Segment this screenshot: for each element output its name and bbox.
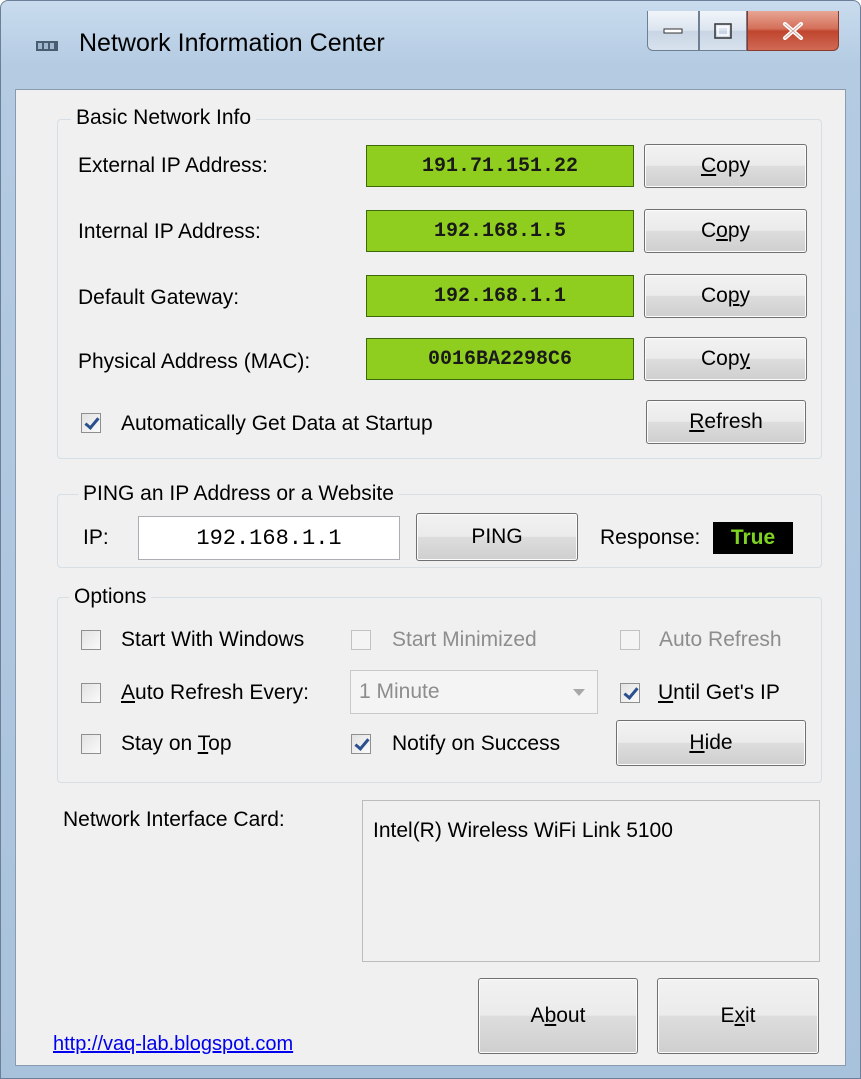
mac-address-value: 0016BA2298C6 [366,338,634,380]
start-minimized-label: Start Minimized [392,628,537,651]
default-gateway-label: Default Gateway: [78,286,240,309]
nic-name-text: Intel(R) Wireless WiFi Link 5100 [373,819,673,842]
default-gateway-value: 192.168.1.1 [366,275,634,317]
options-legend: Options [69,585,152,609]
client-area: Basic Network Info External IP Address: … [15,89,846,1066]
start-with-windows-checkbox[interactable] [81,630,101,650]
external-ip-value: 191.71.151.22 [366,145,634,187]
copy-internal-ip-button[interactable]: Co py [644,209,807,253]
auto-refresh-every-checkbox[interactable] [81,683,101,703]
chevron-down-icon [573,689,585,696]
about-button[interactable]: Ab out [478,978,638,1054]
start-with-windows-label: Start With Windows [121,628,305,651]
auto-refresh-label: Auto Refresh [659,628,782,651]
until-gets-ip-checkbox[interactable] [620,683,640,703]
external-ip-label: External IP Address: [78,154,268,177]
hide-button[interactable]: Hide [616,720,806,766]
notify-on-success-label: Notify on Success [392,732,561,755]
exit-button[interactable]: Ex it [657,978,819,1054]
ping-ip-input[interactable]: 192.168.1.1 [138,516,400,560]
internal-ip-label: Internal IP Address: [78,220,261,243]
website-link[interactable]: http://vaq-lab.blogspot.com [53,1033,293,1056]
copy-gateway-button[interactable]: Co p y [644,274,807,318]
minimize-icon [663,28,683,33]
network-interface-card-label: Network Interface Card: [63,808,285,831]
close-button[interactable] [747,11,839,51]
notify-on-success-checkbox[interactable] [351,734,371,754]
network-interface-card-value: Intel(R) Wireless WiFi Link 5100 [362,800,820,962]
internal-ip-value: 192.168.1.5 [366,210,634,252]
stay-on-top-checkbox[interactable] [81,734,101,754]
maximize-icon [714,22,732,39]
auto-refresh-every-label: Auto Refresh Every: [121,681,309,704]
network-app-icon [35,37,59,55]
auto-get-data-label: Automatically Get Data at Startup [121,412,433,435]
stay-on-top-label: Stay on Top [121,732,232,755]
caption-buttons [647,11,847,53]
until-gets-ip-label: Until Get's IP [658,681,780,704]
minimize-button[interactable] [647,11,699,51]
maximize-button[interactable] [699,11,747,51]
mac-address-label: Physical Address (MAC): [78,350,311,373]
app-window: Network Information Center Basic Network… [0,0,861,1079]
refresh-interval-value: 1 Minute [359,680,440,703]
copy-external-ip-button[interactable]: Copy [644,144,807,188]
window-title: Network Information Center [79,29,385,57]
ping-ip-label: IP: [83,526,109,549]
start-minimized-checkbox[interactable] [351,630,371,650]
response-value: True [713,522,793,554]
title-bar[interactable]: Network Information Center [1,1,860,89]
close-icon [783,21,803,40]
ping-button[interactable]: PING [416,513,578,561]
auto-refresh-checkbox[interactable] [620,630,640,650]
auto-get-data-checkbox[interactable] [81,413,101,433]
response-label: Response: [600,526,701,549]
copy-mac-button[interactable]: Cop y [644,337,807,381]
basic-network-info-legend: Basic Network Info [71,106,257,130]
ping-legend: PING an IP Address or a Website [78,482,399,506]
refresh-interval-dropdown[interactable]: 1 Minute [350,670,598,714]
refresh-button[interactable]: Refresh [646,400,806,444]
